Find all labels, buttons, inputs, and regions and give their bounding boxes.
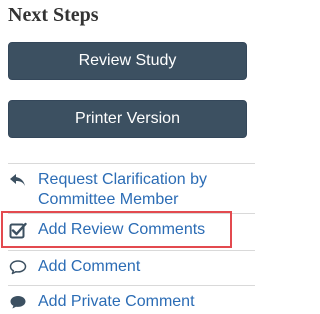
add-review-comments-link[interactable]: Add Review Comments [8, 220, 247, 240]
request-clarification-link[interactable]: Request Clarification by Committee Membe… [8, 170, 247, 210]
divider [8, 163, 255, 164]
add-private-comment-link[interactable]: Add Private Comment [8, 292, 247, 312]
add-comment-link[interactable]: Add Comment [8, 257, 247, 277]
divider [8, 250, 255, 251]
add-review-comments-label: Add Review Comments [38, 221, 206, 238]
divider [8, 213, 255, 214]
request-clarification-label: Request Clarification by Committee Membe… [38, 171, 207, 208]
review-study-button[interactable]: Review Study [8, 42, 247, 80]
add-private-comment-label: Add Private Comment [38, 293, 195, 310]
add-comment-label: Add Comment [38, 258, 141, 275]
next-steps-panel: Next Steps Review Study Printer Version … [0, 0, 255, 314]
panel-title: Next Steps [8, 4, 99, 26]
speech-bubble-outline-icon [8, 257, 28, 277]
printer-version-button[interactable]: Printer Version [8, 100, 247, 138]
checkbox-checked-icon [8, 220, 28, 240]
reply-arrow-icon [8, 170, 28, 190]
divider [8, 285, 255, 286]
speech-bubble-filled-icon [8, 292, 28, 312]
